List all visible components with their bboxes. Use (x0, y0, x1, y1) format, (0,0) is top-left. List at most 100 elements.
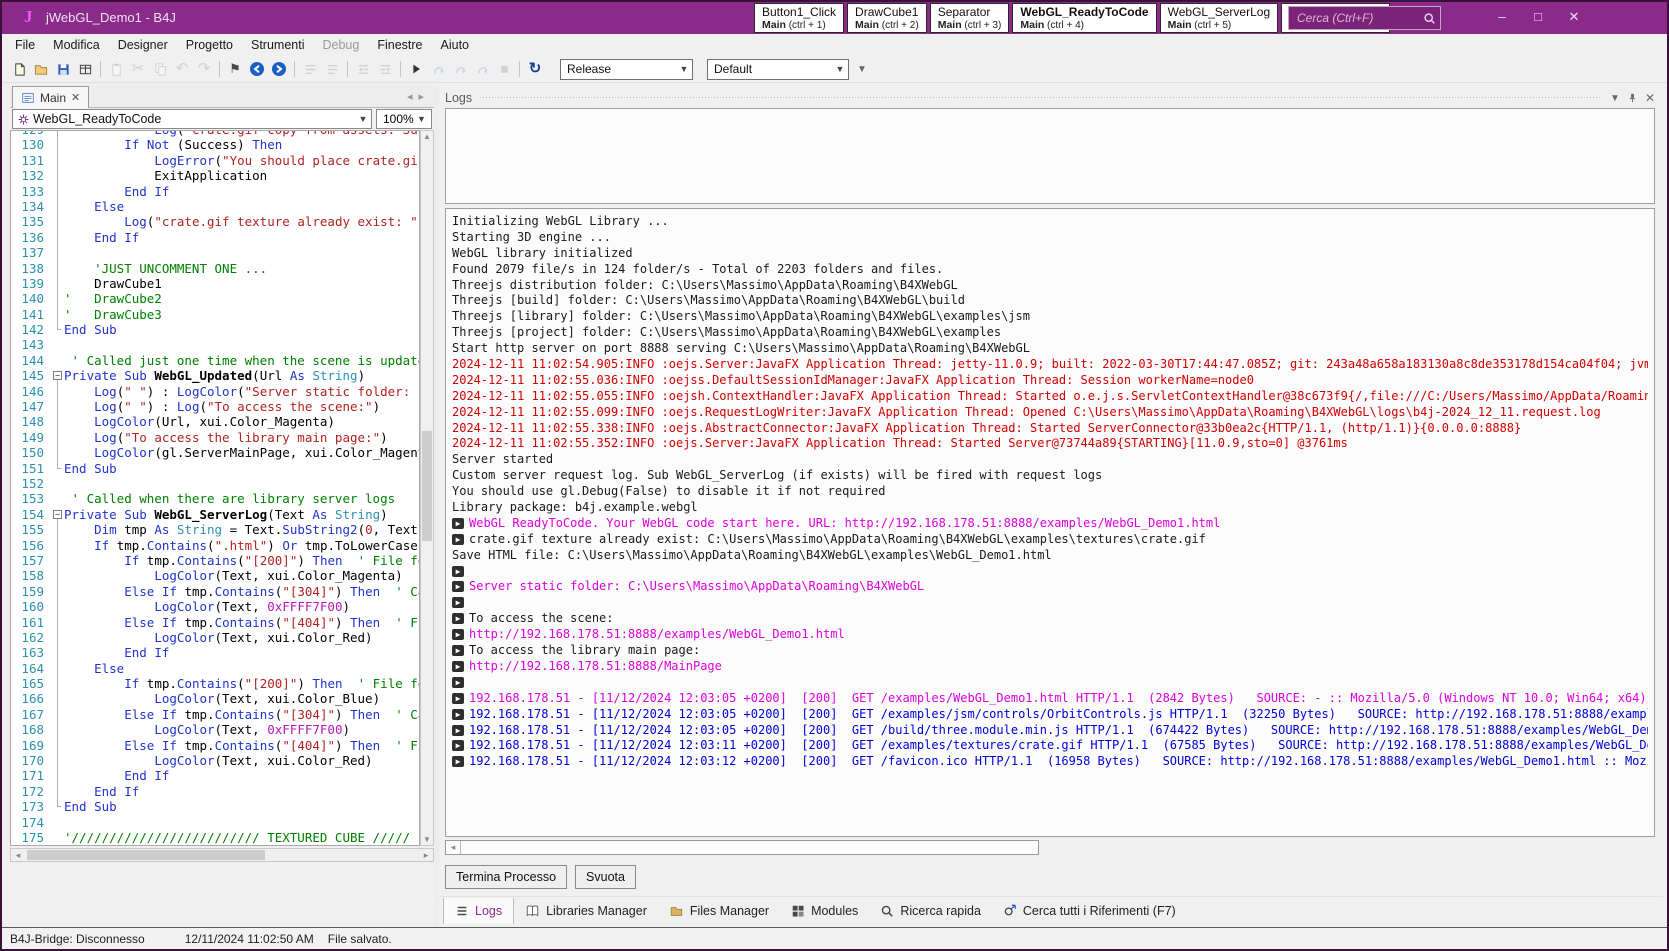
line-number[interactable]: 136 (11, 230, 51, 245)
scroll-up-icon[interactable]: ▲ (421, 132, 433, 141)
menu-designer[interactable]: Designer (109, 36, 177, 54)
menu-debug[interactable]: Debug (314, 36, 369, 54)
maximize-button[interactable]: □ (1520, 2, 1556, 32)
line-number[interactable]: 157 (11, 553, 51, 568)
code-editor[interactable]: 129 Log("crate.gif copy from assets: Suc… (10, 130, 420, 846)
menu-modifica[interactable]: Modifica (44, 36, 109, 54)
scrollbar-thumb[interactable] (422, 431, 432, 541)
log-output[interactable]: Initializing WebGL Library ...Starting 3… (445, 208, 1655, 837)
paste-icon[interactable] (106, 59, 126, 79)
line-number[interactable]: 152 (11, 476, 51, 491)
line-number[interactable]: 144 (11, 353, 51, 368)
comment-icon[interactable] (300, 59, 320, 79)
line-number[interactable]: 131 (11, 153, 51, 168)
line-number[interactable]: 164 (11, 661, 51, 676)
quick-tab-Button1_Click[interactable]: Button1_Click Main (ctrl + 1) (754, 3, 844, 33)
cut-icon[interactable]: ✂ (128, 59, 148, 79)
log-horizontal-scrollbar[interactable]: ◂ (445, 840, 1039, 855)
line-number[interactable]: 169 (11, 738, 51, 753)
terminate-process-button[interactable]: Termina Processo (445, 865, 567, 889)
bookmark-icon[interactable]: ⚑ (225, 59, 245, 79)
line-number[interactable]: 138 (11, 261, 51, 276)
line-number[interactable]: 174 (11, 815, 51, 830)
line-number[interactable]: 133 (11, 184, 51, 199)
line-number[interactable]: 160 (11, 599, 51, 614)
line-number[interactable]: 161 (11, 615, 51, 630)
line-number[interactable]: 130 (11, 137, 51, 152)
editor-horizontal-scrollbar[interactable]: ◂ ▸ (10, 848, 434, 862)
close-button[interactable]: ✕ (1556, 2, 1592, 32)
line-number[interactable]: 153 (11, 491, 51, 506)
build-configuration-select[interactable]: Release ▼ (560, 59, 693, 80)
line-number[interactable]: 168 (11, 722, 51, 737)
line-number[interactable]: 159 (11, 584, 51, 599)
line-number[interactable]: 140 (11, 291, 51, 306)
scroll-down-icon[interactable]: ▼ (421, 835, 433, 844)
line-number[interactable]: 141 (11, 307, 51, 322)
line-number[interactable]: 162 (11, 630, 51, 645)
line-number[interactable]: 146 (11, 384, 51, 399)
line-number[interactable]: 135 (11, 214, 51, 229)
step-over-icon[interactable] (450, 59, 470, 79)
redo-icon[interactable]: ↷ (194, 59, 214, 79)
quick-tab-WebGL_ReadyToCode[interactable]: WebGL_ReadyToCode Main (ctrl + 4) (1012, 3, 1156, 33)
line-number[interactable]: 129 (11, 130, 51, 137)
menu-progetto[interactable]: Progetto (177, 36, 242, 54)
line-number[interactable]: 170 (11, 753, 51, 768)
line-number[interactable]: 163 (11, 645, 51, 660)
panel-menu-icon[interactable]: ▼ (1610, 93, 1620, 104)
designer-grid-icon[interactable] (75, 59, 95, 79)
line-number[interactable]: 134 (11, 199, 51, 214)
zoom-selector[interactable]: 100% ▼ (376, 109, 432, 129)
scroll-right-icon[interactable]: ▸ (419, 850, 433, 861)
line-number[interactable]: 154 (11, 507, 51, 522)
line-number[interactable]: 151 (11, 461, 51, 476)
scrollbar-thumb[interactable] (27, 850, 265, 860)
menu-aiuto[interactable]: Aiuto (432, 36, 479, 54)
uncomment-icon[interactable] (322, 59, 342, 79)
navigate-forward-icon[interactable] (269, 59, 289, 79)
run-configuration-select[interactable]: Default ▼ (707, 59, 849, 80)
line-number[interactable]: 158 (11, 568, 51, 583)
line-number[interactable]: 166 (11, 691, 51, 706)
navigate-back-icon[interactable] (247, 59, 267, 79)
fold-collapse-icon[interactable]: − (51, 368, 64, 383)
quick-tab-WebGL_ServerLog[interactable]: WebGL_ServerLog Main (ctrl + 5) (1160, 3, 1279, 33)
tab-main[interactable]: Main ✕ (12, 86, 89, 108)
tool-tab-modules[interactable]: Modules (780, 898, 869, 924)
copy-icon[interactable] (150, 59, 170, 79)
save-icon[interactable] (53, 59, 73, 79)
rebuild-icon[interactable]: ↻ (525, 59, 545, 79)
clear-logs-button[interactable]: Svuota (575, 865, 636, 889)
line-number[interactable]: 165 (11, 676, 51, 691)
fold-collapse-icon[interactable]: − (51, 507, 64, 522)
close-tab-icon[interactable]: ✕ (71, 91, 80, 104)
tool-tab-cerca-tutti-i-riferimenti-f7-[interactable]: Cerca tutti i Riferimenti (F7) (992, 898, 1187, 924)
line-number[interactable]: 173 (11, 799, 51, 814)
line-number[interactable]: 143 (11, 337, 51, 352)
step-into-icon[interactable] (428, 59, 448, 79)
line-number[interactable]: 148 (11, 414, 51, 429)
close-panel-icon[interactable]: ✕ (1645, 91, 1655, 105)
line-number[interactable]: 171 (11, 768, 51, 783)
line-number[interactable]: 167 (11, 707, 51, 722)
line-number[interactable]: 176 (11, 845, 51, 846)
line-number[interactable]: 156 (11, 538, 51, 553)
menu-file[interactable]: File (6, 36, 44, 54)
toolbar-overflow-icon[interactable]: ▼ (857, 64, 867, 75)
undo-icon[interactable]: ↶ (172, 59, 192, 79)
line-number[interactable]: 132 (11, 168, 51, 183)
minimize-button[interactable]: – (1484, 2, 1520, 32)
menu-strumenti[interactable]: Strumenti (242, 36, 314, 54)
open-project-icon[interactable] (31, 59, 51, 79)
indent-icon[interactable] (375, 59, 395, 79)
tool-tab-files-manager[interactable]: Files Manager (658, 898, 780, 924)
module-selector[interactable]: WebGL_ReadyToCode ▼ (12, 109, 372, 129)
quick-tab-Separator[interactable]: Separator Main (ctrl + 3) (930, 3, 1010, 33)
tab-scroll-arrows[interactable]: ◂▸ (407, 90, 430, 103)
tool-tab-libraries-manager[interactable]: Libraries Manager (514, 898, 658, 924)
menu-finestre[interactable]: Finestre (368, 36, 431, 54)
search-box[interactable] (1288, 6, 1441, 30)
pin-icon[interactable] (1627, 92, 1638, 104)
line-number[interactable]: 150 (11, 445, 51, 460)
